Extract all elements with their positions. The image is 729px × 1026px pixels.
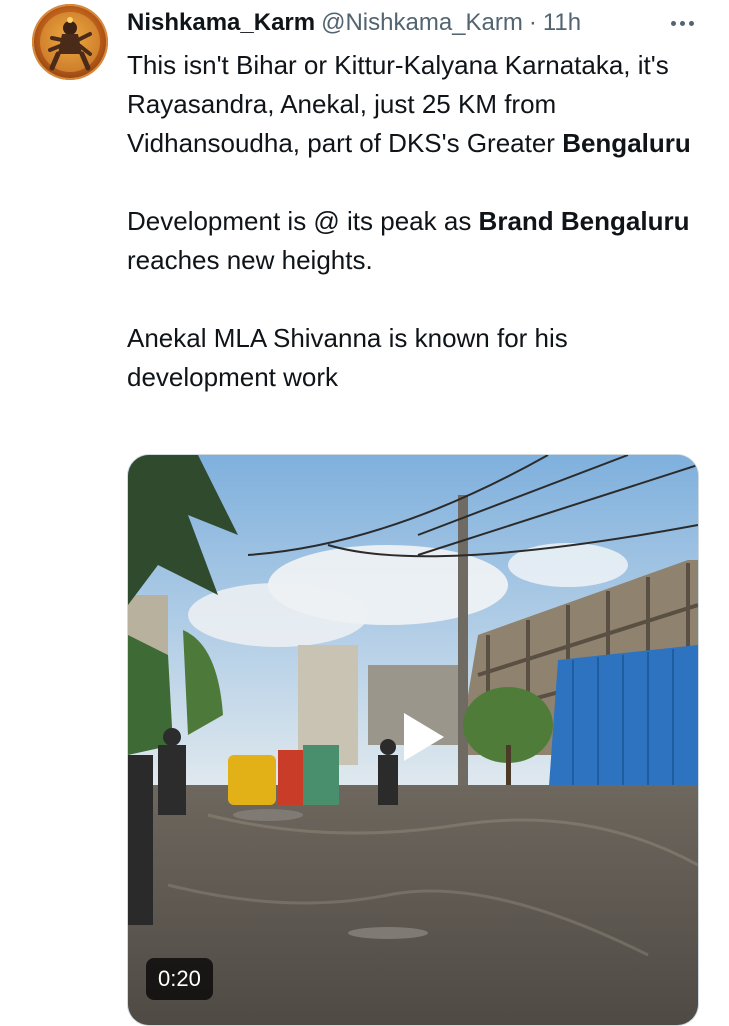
tweet-text-bold: Brand Bengaluru — [478, 206, 690, 236]
tweet-text-segment: Development is @ its peak as — [127, 206, 479, 236]
tweet-paragraph-2: Development is @ its peak as Brand Benga… — [127, 202, 707, 280]
play-icon — [404, 713, 444, 761]
post-header: Nishkama_Karm @Nishkama_Karm · 11h — [127, 6, 705, 40]
video-duration: 0:20 — [146, 958, 213, 1000]
tweet-paragraph-1: This isn't Bihar or Kittur-Kalyana Karna… — [127, 46, 707, 163]
avatar-image — [40, 12, 100, 72]
author-handle[interactable]: @Nishkama_Karm — [321, 9, 523, 37]
tweet-text-bold: Bengaluru — [562, 128, 691, 158]
tweet-text: This isn't Bihar or Kittur-Kalyana Karna… — [127, 46, 707, 397]
separator-dot: · — [528, 9, 537, 36]
play-button[interactable] — [391, 705, 455, 769]
post-time[interactable]: 11h — [543, 9, 581, 37]
video-player[interactable]: 0:20 — [127, 454, 699, 1026]
author-name[interactable]: Nishkama_Karm — [127, 9, 315, 37]
more-horizontal-icon[interactable] — [667, 6, 697, 40]
avatar[interactable] — [32, 4, 108, 80]
tweet-paragraph-3: Anekal MLA Shivanna is known for his dev… — [127, 323, 568, 392]
tweet-text-segment: reaches new heights. — [127, 245, 373, 275]
